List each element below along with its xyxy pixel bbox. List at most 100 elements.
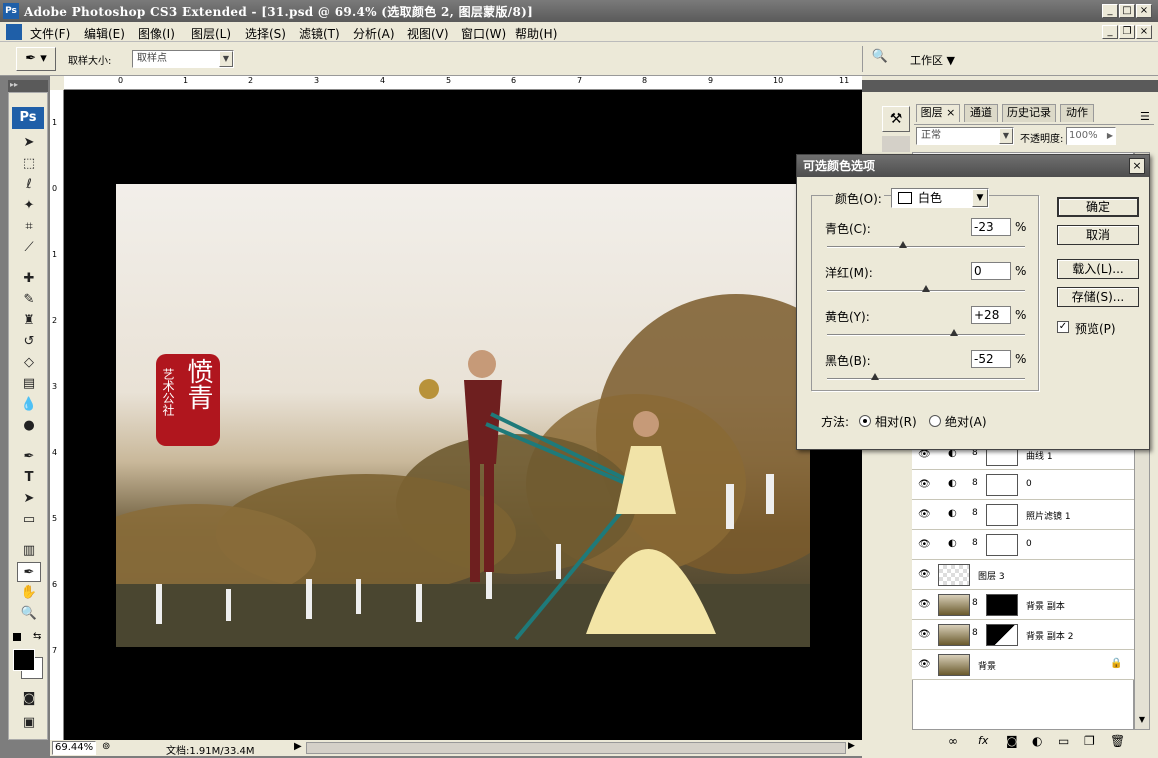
shape-tool-icon[interactable]: ▭ <box>17 510 41 530</box>
minimize-button[interactable]: _ <box>1102 4 1118 18</box>
lasso-tool-icon[interactable]: ℓ <box>17 175 41 195</box>
yellow-track[interactable] <box>827 334 1025 336</box>
save-button[interactable]: 存储(S)... <box>1057 287 1139 307</box>
layer-row[interactable]: 👁 ◐ 8 照片滤镜 1 <box>912 500 1134 530</box>
load-button[interactable]: 载入(L)... <box>1057 259 1139 279</box>
eyedropper-tool-preset-icon[interactable]: ✒ ▾ <box>16 47 56 71</box>
menu-layer[interactable]: 图层(L) <box>191 25 231 42</box>
folder-icon[interactable]: ▭ <box>1058 734 1069 748</box>
cyan-field[interactable]: -23 <box>971 218 1011 236</box>
black-field[interactable]: -52 <box>971 350 1011 368</box>
black-track[interactable] <box>827 378 1025 380</box>
preview-label[interactable]: 预览(P) <box>1075 320 1116 337</box>
eye-icon[interactable]: 👁 <box>918 509 931 520</box>
swap-colors-icon[interactable]: ⇆ <box>33 631 41 642</box>
doc-minimize-button[interactable]: _ <box>1102 25 1118 39</box>
hand-tool-icon[interactable]: ✋ <box>17 583 41 603</box>
status-menu-arrow-icon[interactable]: ▶ <box>294 741 302 752</box>
tab-channels[interactable]: 通道 <box>964 104 998 122</box>
menu-image[interactable]: 图像(I) <box>138 25 175 42</box>
chevron-down-icon[interactable]: ▼ <box>972 189 988 207</box>
dialog-close-icon[interactable]: × <box>1129 158 1145 174</box>
link-layers-icon[interactable]: ∞ <box>948 734 958 748</box>
magenta-slider-knob[interactable] <box>922 285 930 292</box>
blur-tool-icon[interactable]: 💧 <box>17 395 41 415</box>
slice-tool-icon[interactable]: ⟋ <box>17 238 41 258</box>
layer-row[interactable]: 👁 背景 🔒 <box>912 650 1134 680</box>
layer-thumbnail[interactable] <box>938 624 970 646</box>
absolute-label[interactable]: 绝对(A) <box>945 413 987 430</box>
menu-edit[interactable]: 编辑(E) <box>84 25 125 42</box>
mask-thumbnail[interactable] <box>986 474 1018 496</box>
scroll-down-icon[interactable]: ▼ <box>1135 715 1149 729</box>
eraser-tool-icon[interactable]: ◇ <box>17 353 41 373</box>
type-tool-icon[interactable]: T <box>17 468 41 488</box>
magic-wand-icon[interactable]: ✦ <box>17 196 41 216</box>
relative-label[interactable]: 相对(R) <box>875 413 917 430</box>
history-brush-icon[interactable]: ↺ <box>17 332 41 352</box>
menu-analysis[interactable]: 分析(A) <box>353 25 395 42</box>
eye-icon[interactable]: 👁 <box>918 629 931 640</box>
trash-icon[interactable]: 🗑 <box>1110 734 1125 748</box>
workspace-menu[interactable]: 工作区 ▼ <box>910 52 955 68</box>
sample-size-select[interactable]: 取样点 ▼ <box>132 50 234 68</box>
new-layer-icon[interactable]: ❐ <box>1084 734 1095 748</box>
menu-help[interactable]: 帮助(H) <box>515 25 557 42</box>
magenta-field[interactable]: 0 <box>971 262 1011 280</box>
blend-mode-select[interactable]: 正常 ▼ <box>916 127 1014 145</box>
mask-thumbnail[interactable] <box>986 504 1018 526</box>
ps-logo-icon[interactable]: Ps <box>12 107 44 129</box>
eye-icon[interactable]: 👁 <box>918 659 931 670</box>
link-icon[interactable]: 8 <box>972 508 978 518</box>
zoom-tool-icon[interactable]: 🔍 <box>17 604 41 624</box>
default-colors-icon[interactable] <box>13 633 21 641</box>
eye-icon[interactable]: 👁 <box>918 539 931 550</box>
doc-restore-button[interactable]: ❐ <box>1119 25 1135 39</box>
maximize-button[interactable]: □ <box>1119 4 1135 18</box>
link-icon[interactable]: 8 <box>972 538 978 548</box>
eyedropper-tool-icon[interactable]: ✒ <box>17 562 41 582</box>
link-icon[interactable]: 8 <box>972 628 978 638</box>
menu-select[interactable]: 选择(S) <box>245 25 286 42</box>
pen-tool-icon[interactable]: ✒ <box>17 447 41 467</box>
layer-thumbnail[interactable] <box>938 564 970 586</box>
tab-actions[interactable]: 动作 <box>1060 104 1094 122</box>
status-info-icon[interactable]: ⊚ <box>102 741 110 752</box>
foreground-color-swatch[interactable] <box>13 649 35 671</box>
relative-radio[interactable] <box>859 415 871 427</box>
absolute-radio[interactable] <box>929 415 941 427</box>
move-tool-icon[interactable]: ➤ <box>17 133 41 153</box>
cyan-track[interactable] <box>827 246 1025 248</box>
screen-mode-icon[interactable]: ▣ <box>17 713 41 733</box>
mask-thumbnail[interactable] <box>986 534 1018 556</box>
layer-row[interactable]: 👁 ◐ 8 0 <box>912 470 1134 500</box>
opacity-field[interactable]: 100% ▶ <box>1066 127 1116 145</box>
link-icon[interactable]: 8 <box>972 598 978 608</box>
layer-thumbnail[interactable] <box>938 594 970 616</box>
zoom-field[interactable]: 69.44% <box>52 741 96 755</box>
clone-stamp-icon[interactable]: ♜ <box>17 311 41 331</box>
menu-view[interactable]: 视图(V) <box>407 25 449 42</box>
mask-thumbnail[interactable] <box>986 624 1018 646</box>
layer-row[interactable]: 👁 8 背景 副本 2 <box>912 620 1134 650</box>
ok-button[interactable]: 确定 <box>1057 197 1139 217</box>
marquee-tool-icon[interactable]: ⬚ <box>17 154 41 174</box>
brush-tool-icon[interactable]: ✎ <box>17 290 41 310</box>
chevron-down-icon[interactable]: ▼ <box>999 128 1013 144</box>
chevron-down-icon[interactable]: ▼ <box>219 51 233 67</box>
layer-row[interactable]: 👁 图层 3 <box>912 560 1134 590</box>
tool-presets-icon[interactable]: ⚒ <box>882 106 910 132</box>
horizontal-scrollbar[interactable] <box>306 742 846 754</box>
eye-icon[interactable]: 👁 <box>918 479 931 490</box>
yellow-slider-knob[interactable] <box>949 329 958 336</box>
fx-icon[interactable]: fx <box>978 734 988 747</box>
menu-file[interactable]: 文件(F) <box>30 25 70 42</box>
link-icon[interactable]: 8 <box>972 478 978 488</box>
layer-row[interactable]: 👁 ◐ 8 0 <box>912 530 1134 560</box>
layer-row[interactable]: 👁 8 背景 副本 <box>912 590 1134 620</box>
yellow-field[interactable]: +28 <box>971 306 1011 324</box>
add-mask-icon[interactable]: ◙ <box>1006 734 1018 748</box>
tab-layers[interactable]: 图层 × <box>916 104 960 122</box>
scroll-right-icon[interactable]: ▶ <box>848 741 855 751</box>
adjustment-layer-icon[interactable]: ◐ <box>1032 734 1042 748</box>
